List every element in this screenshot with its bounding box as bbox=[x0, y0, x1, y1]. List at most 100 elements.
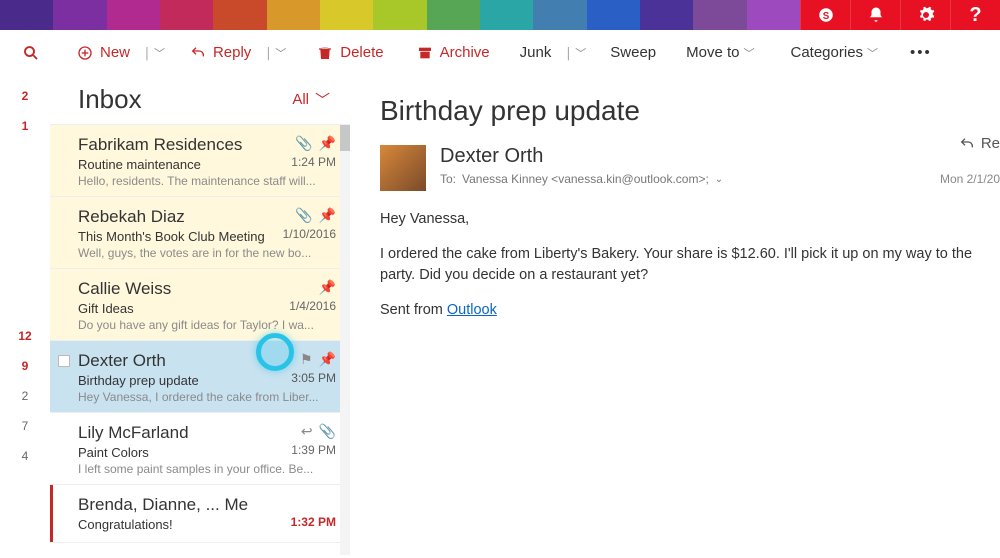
pin-icon: 📌 bbox=[319, 207, 336, 224]
message-item[interactable]: 📎📌Fabrikam ResidencesRoutine maintenance… bbox=[50, 125, 350, 197]
junk-label: Junk bbox=[520, 44, 552, 61]
message-sender: Dexter Orth bbox=[78, 351, 336, 371]
scrollbar-thumb[interactable] bbox=[340, 125, 350, 151]
archive-label: Archive bbox=[440, 44, 490, 61]
reading-subject: Birthday prep update bbox=[380, 95, 1000, 127]
rail-count[interactable] bbox=[0, 201, 50, 231]
message-preview: Hello, residents. The maintenance staff … bbox=[78, 174, 336, 188]
attachment-icon: 📎 bbox=[295, 207, 312, 224]
message-icons: ↩📎 bbox=[301, 423, 336, 440]
rail-count[interactable]: 1 bbox=[0, 111, 50, 141]
sweep-button[interactable]: Sweep bbox=[602, 38, 664, 67]
categories-label: Categories bbox=[791, 44, 864, 61]
message-preview: Hey Vanessa, I ordered the cake from Lib… bbox=[78, 390, 336, 404]
header-rainbow bbox=[0, 0, 800, 30]
avatar bbox=[380, 145, 426, 191]
rail-count[interactable] bbox=[0, 261, 50, 291]
new-chevron[interactable]: │ ﹀ bbox=[138, 45, 171, 61]
to-label: To: bbox=[440, 172, 456, 186]
message-item[interactable]: 📎📌Rebekah DiazThis Month's Book Club Mee… bbox=[50, 197, 350, 269]
toolbar: New │ ﹀ Reply │ ﹀ Delete Archive Junk │ … bbox=[0, 30, 1000, 75]
pin-gray-icon[interactable]: 📌 bbox=[319, 351, 336, 368]
rail-count[interactable] bbox=[0, 141, 50, 171]
message-icons: 📌 bbox=[319, 279, 336, 296]
junk-button[interactable]: Junk bbox=[512, 38, 560, 67]
categories-button[interactable]: Categories ﹀ bbox=[783, 38, 893, 67]
moveto-label: Move to bbox=[686, 44, 739, 61]
new-button[interactable]: New bbox=[68, 38, 138, 68]
message-sender: Callie Weiss bbox=[78, 279, 336, 299]
message-sender: Lily McFarland bbox=[78, 423, 336, 443]
cortana-highlight bbox=[256, 333, 294, 371]
archive-icon bbox=[416, 44, 434, 62]
moveto-button[interactable]: Move to ﹀ bbox=[678, 38, 768, 67]
bell-icon[interactable] bbox=[850, 0, 900, 30]
message-item[interactable]: Brenda, Dianne, ... MeCongratulations!1:… bbox=[50, 485, 350, 543]
message-item[interactable]: 📌Callie WeissGift IdeasDo you have any g… bbox=[50, 269, 350, 341]
folder-title: Inbox bbox=[78, 84, 142, 115]
reading-pane: Birthday prep update Dexter Orth To: Van… bbox=[350, 75, 1000, 558]
plus-circle-icon bbox=[76, 44, 94, 62]
rail-count[interactable]: 2 bbox=[0, 81, 50, 111]
svg-text:S: S bbox=[822, 11, 829, 22]
message-body: Hey Vanessa, I ordered the cake from Lib… bbox=[380, 209, 1000, 321]
message-date: 3:05 PM bbox=[291, 371, 336, 385]
reply-button[interactable]: Reply bbox=[181, 38, 259, 68]
junk-chevron[interactable]: │ ﹀ bbox=[559, 45, 592, 61]
list-scrollbar[interactable] bbox=[340, 125, 350, 555]
attachment-icon: 📎 bbox=[295, 135, 312, 152]
reading-reply-label: Re bbox=[981, 135, 1000, 152]
message-item[interactable]: ⚑📌Dexter OrthBirthday prep updateHey Van… bbox=[50, 341, 350, 413]
reply-icon bbox=[189, 44, 207, 62]
rail-count[interactable]: 7 bbox=[0, 411, 50, 441]
body-sentfrom: Sent from bbox=[380, 302, 447, 318]
rail-count[interactable] bbox=[0, 291, 50, 321]
reading-timestamp: Mon 2/1/20 bbox=[940, 172, 1000, 186]
message-date: 1:39 PM bbox=[291, 443, 336, 457]
expand-recipients-icon[interactable]: ⌄ bbox=[715, 174, 723, 185]
message-list[interactable]: 📎📌Fabrikam ResidencesRoutine maintenance… bbox=[50, 125, 350, 555]
message-date: 1/4/2016 bbox=[289, 299, 336, 313]
body-para1: I ordered the cake from Liberty's Bakery… bbox=[380, 244, 1000, 286]
header-action-icons: S ? bbox=[800, 0, 1000, 30]
gear-icon[interactable] bbox=[900, 0, 950, 30]
reading-reply-button[interactable]: Re bbox=[940, 135, 1000, 152]
pin-icon: 📌 bbox=[319, 135, 336, 152]
message-item[interactable]: ↩📎Lily McFarlandPaint ColorsI left some … bbox=[50, 413, 350, 485]
body-greeting: Hey Vanessa, bbox=[380, 209, 1000, 230]
message-sender: Brenda, Dianne, ... Me bbox=[78, 495, 336, 515]
archive-button[interactable]: Archive bbox=[408, 38, 498, 68]
new-label: New bbox=[100, 44, 130, 61]
body-sentlink[interactable]: Outlook bbox=[447, 302, 497, 318]
pin-icon: 📌 bbox=[319, 279, 336, 296]
help-icon[interactable]: ? bbox=[950, 0, 1000, 30]
message-date: 1:24 PM bbox=[291, 155, 336, 169]
skype-icon[interactable]: S bbox=[800, 0, 850, 30]
rail-count[interactable]: 9 bbox=[0, 351, 50, 381]
message-icons: 📎📌 bbox=[295, 135, 336, 152]
message-icons: ⚑📌 bbox=[300, 351, 336, 368]
chevron-down-icon: ﹀ bbox=[315, 89, 330, 110]
filter-label: All bbox=[292, 91, 309, 108]
search-button[interactable] bbox=[14, 38, 48, 68]
to-value: Vanessa Kinney <vanessa.kin@outlook.com>… bbox=[462, 172, 709, 186]
message-date: 1/10/2016 bbox=[283, 227, 336, 241]
rail-count[interactable]: 4 bbox=[0, 441, 50, 471]
message-preview: Well, guys, the votes are in for the new… bbox=[78, 246, 336, 260]
filter-dropdown[interactable]: All ﹀ bbox=[292, 89, 330, 110]
message-preview: Do you have any gift ideas for Taylor? I… bbox=[78, 318, 336, 332]
rail-count[interactable]: 2 bbox=[0, 381, 50, 411]
rail-count[interactable] bbox=[0, 171, 50, 201]
delete-button[interactable]: Delete bbox=[308, 38, 391, 68]
flag-icon[interactable]: ⚑ bbox=[300, 351, 313, 368]
message-checkbox[interactable] bbox=[58, 355, 70, 367]
message-preview: I left some paint samples in your office… bbox=[78, 462, 336, 476]
from-name: Dexter Orth bbox=[440, 145, 723, 168]
reply-chevron[interactable]: │ ﹀ bbox=[259, 45, 292, 61]
message-icons: 📎📌 bbox=[295, 207, 336, 224]
rail-count[interactable]: 12 bbox=[0, 321, 50, 351]
folder-rail: 21129274 bbox=[0, 75, 50, 558]
delete-label: Delete bbox=[340, 44, 383, 61]
rail-count[interactable] bbox=[0, 231, 50, 261]
more-button[interactable]: ••• bbox=[902, 38, 940, 67]
